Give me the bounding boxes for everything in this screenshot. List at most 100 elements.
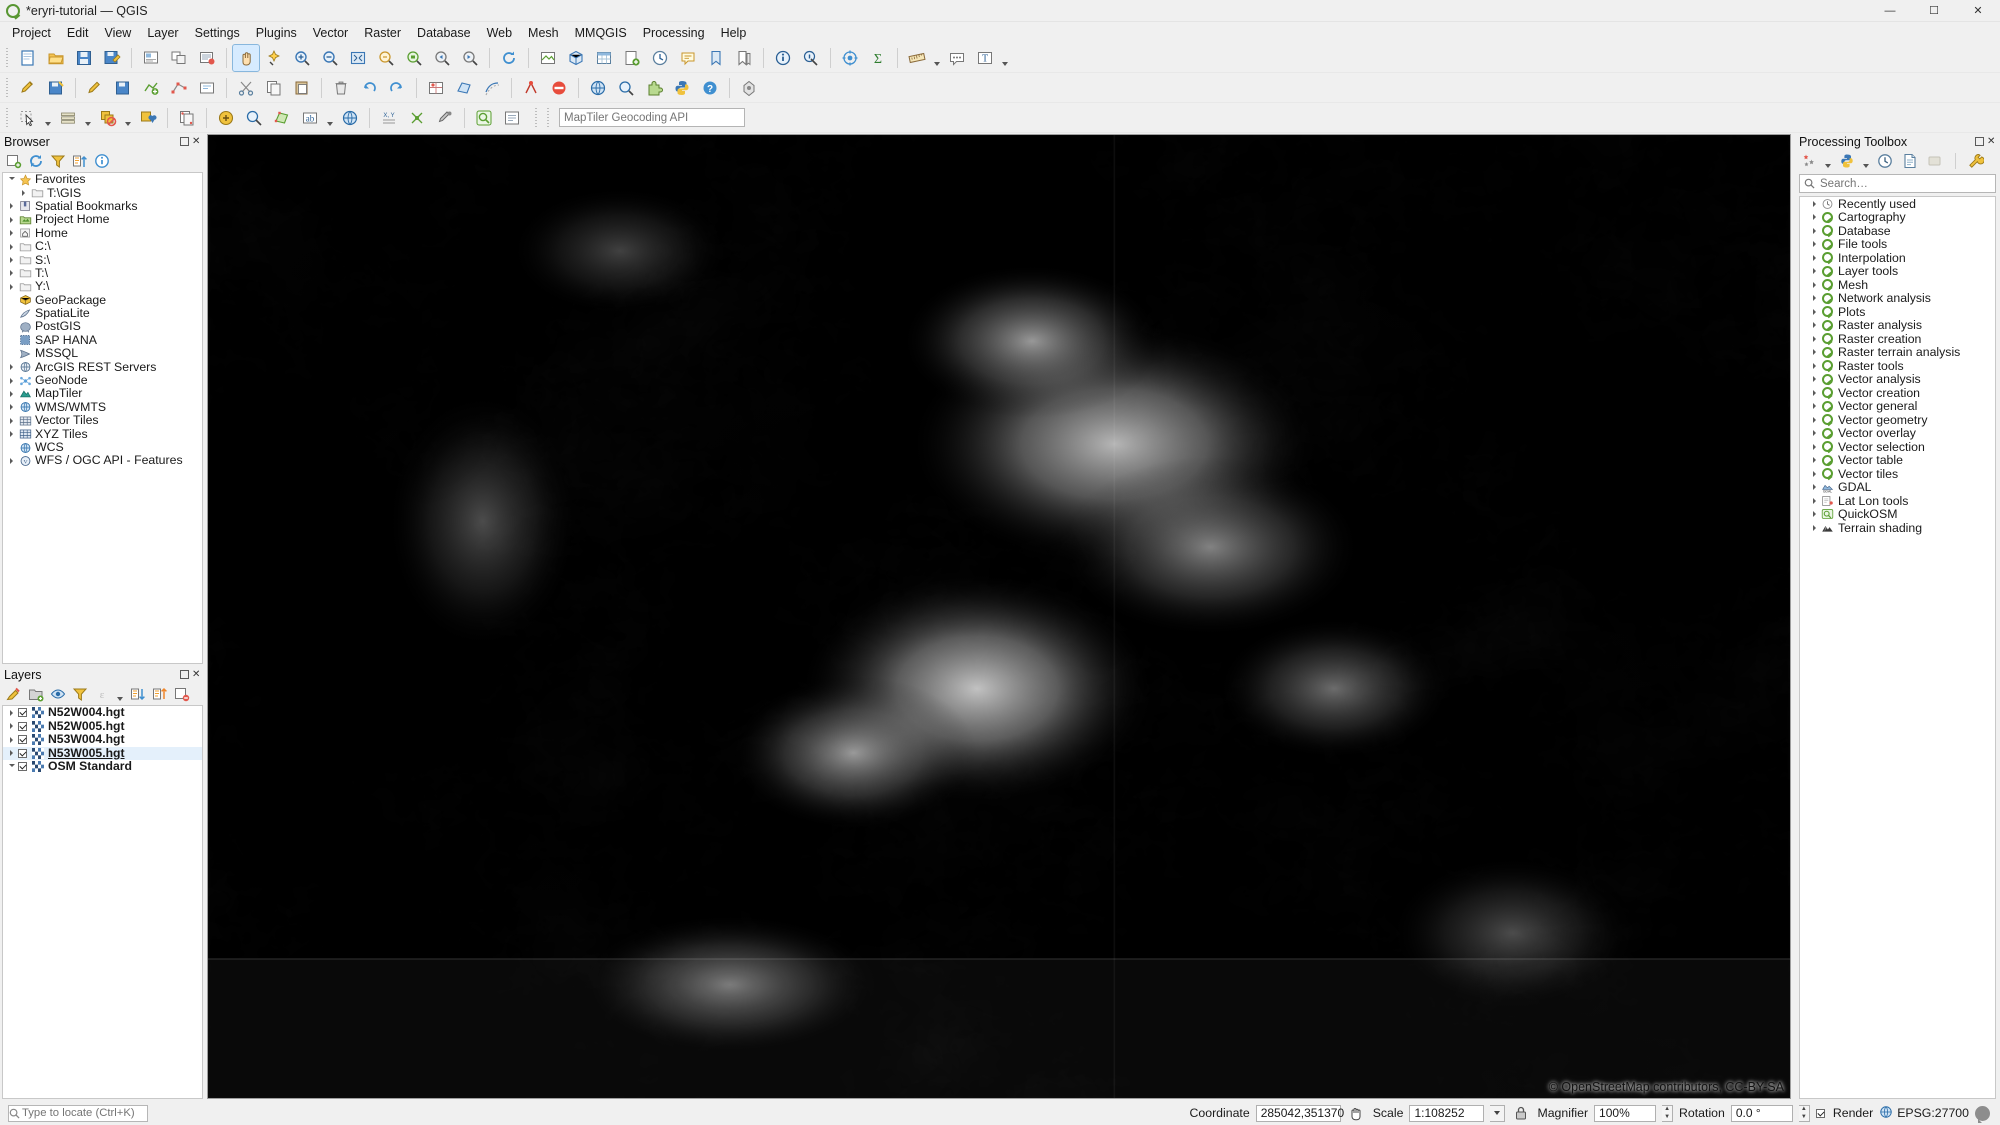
processing-provider-row[interactable]: Terrain shading bbox=[1800, 521, 1995, 535]
crs-status[interactable]: EPSG:27700 bbox=[1879, 1105, 1969, 1122]
tree-expand-arrow-closed[interactable] bbox=[5, 240, 18, 253]
toolbar-grip[interactable] bbox=[5, 77, 11, 98]
processing-toolbox-tree[interactable]: Recently used Cartography Database File too… bbox=[1799, 196, 1996, 1099]
tree-expand-arrow-closed[interactable] bbox=[1808, 413, 1821, 426]
menu-item-processing[interactable]: Processing bbox=[635, 24, 713, 42]
browser-item[interactable]: Project Home bbox=[3, 213, 202, 226]
new-map-view-button[interactable] bbox=[535, 45, 561, 71]
python-script-icon[interactable] bbox=[1837, 151, 1857, 171]
map-tips-button[interactable] bbox=[675, 45, 701, 71]
lat-lon-settings-button[interactable] bbox=[432, 105, 458, 131]
cut-features-button[interactable] bbox=[233, 75, 259, 101]
processing-provider-row[interactable]: Plots bbox=[1800, 305, 1995, 319]
browser-item[interactable]: PostGIS bbox=[3, 320, 202, 333]
processing-provider-row[interactable]: Vector creation bbox=[1800, 386, 1995, 400]
open-field-calculator-button[interactable] bbox=[213, 105, 239, 131]
browser-close-icon[interactable]: ✕ bbox=[192, 137, 201, 147]
layer-row[interactable]: N53W004.hgt bbox=[3, 733, 202, 747]
browser-item[interactable]: ArcGIS REST Servers bbox=[3, 360, 202, 373]
open-project-button[interactable] bbox=[43, 45, 69, 71]
annotation-dropdown[interactable] bbox=[999, 45, 1011, 71]
tree-expand-arrow-closed[interactable] bbox=[1808, 454, 1821, 467]
browser-item[interactable]: XYZ Tiles bbox=[3, 427, 202, 440]
plugin-manager-button[interactable] bbox=[641, 75, 667, 101]
tree-expand-arrow-closed[interactable] bbox=[5, 374, 18, 387]
zoom-last-button[interactable] bbox=[429, 45, 455, 71]
processing-provider-row[interactable]: Layer tools bbox=[1800, 264, 1995, 278]
tree-expand-arrow-closed[interactable] bbox=[1808, 494, 1821, 507]
toolbar-grip[interactable] bbox=[5, 107, 11, 128]
tree-expand-arrow-closed[interactable] bbox=[1808, 292, 1821, 305]
identify-features-button[interactable] bbox=[770, 45, 796, 71]
models-icon[interactable] bbox=[1925, 151, 1945, 171]
history-clock-icon[interactable] bbox=[1875, 151, 1895, 171]
scale-dropdown-arrow[interactable] bbox=[1490, 1104, 1506, 1122]
processing-provider-row[interactable]: Vector tiles bbox=[1800, 467, 1995, 481]
quickosm-query-button[interactable] bbox=[499, 105, 525, 131]
rotation-value[interactable]: 0.0 ° bbox=[1730, 1104, 1793, 1122]
tree-expand-arrow-closed[interactable] bbox=[1808, 359, 1821, 372]
processing-provider-row[interactable]: Mesh bbox=[1800, 278, 1995, 292]
new-text-annotation-button[interactable]: T bbox=[972, 45, 998, 71]
menu-item-settings[interactable]: Settings bbox=[187, 24, 248, 42]
browser-item[interactable]: S:\ bbox=[3, 253, 202, 266]
zoom-full-button[interactable] bbox=[345, 45, 371, 71]
browser-item[interactable]: SAP HANA bbox=[3, 333, 202, 347]
tree-expand-arrow-closed[interactable] bbox=[1808, 508, 1821, 521]
browser-item[interactable]: Home bbox=[3, 226, 202, 240]
browser-item[interactable]: Vector Tiles bbox=[3, 414, 202, 427]
message-log-icon[interactable] bbox=[1975, 1105, 1990, 1123]
xy-tools-button[interactable]: X, Y bbox=[376, 105, 402, 131]
processing-provider-row[interactable]: Vector general bbox=[1800, 399, 1995, 413]
globe-web-button[interactable] bbox=[585, 75, 611, 101]
tree-expand-arrow-closed[interactable] bbox=[1808, 427, 1821, 440]
data-source-manager-button[interactable] bbox=[837, 45, 863, 71]
remove-layer-icon[interactable] bbox=[172, 684, 192, 704]
map-canvas[interactable]: © OpenStreetMap contributors, CC-BY-SA bbox=[207, 134, 1791, 1099]
new-3d-map-view-button[interactable] bbox=[563, 45, 589, 71]
tree-expand-arrow-closed[interactable] bbox=[1808, 467, 1821, 480]
add-group-icon[interactable] bbox=[26, 684, 46, 704]
select-dropdown[interactable] bbox=[42, 105, 54, 131]
help-button[interactable]: ? bbox=[697, 75, 723, 101]
tree-expand-arrow-closed[interactable] bbox=[5, 280, 18, 293]
toggle-editing-button[interactable] bbox=[82, 75, 108, 101]
processing-wrench-icon[interactable] bbox=[1966, 151, 1986, 171]
maptiler-geocoding-input[interactable] bbox=[559, 108, 745, 127]
tree-expand-arrow-closed[interactable] bbox=[5, 720, 18, 733]
manage-visibility-icon[interactable] bbox=[48, 684, 68, 704]
current-edits-button[interactable] bbox=[15, 75, 41, 101]
tree-expand-arrow-closed[interactable] bbox=[5, 747, 18, 760]
processing-provider-row[interactable]: Interpolation bbox=[1800, 251, 1995, 265]
processing-provider-row[interactable]: GDAL GDAL bbox=[1800, 480, 1995, 494]
zoom-out-button[interactable] bbox=[317, 45, 343, 71]
locator-input[interactable] bbox=[20, 1106, 178, 1120]
deselect-features-button[interactable] bbox=[95, 105, 121, 131]
processing-search-input[interactable] bbox=[1818, 176, 1995, 191]
tree-expand-arrow-closed[interactable] bbox=[5, 361, 18, 374]
browser-item[interactable]: V WFS / OGC API - Features bbox=[3, 454, 202, 467]
refresh-map-button[interactable] bbox=[496, 45, 522, 71]
tree-expand-arrow-closed[interactable] bbox=[5, 401, 18, 414]
filter-expression-icon[interactable]: ε bbox=[92, 684, 112, 704]
python-console-button[interactable] bbox=[669, 75, 695, 101]
filter-icon[interactable] bbox=[48, 151, 68, 171]
copy-features-button[interactable] bbox=[261, 75, 287, 101]
tree-expand-arrow-closed[interactable] bbox=[5, 213, 18, 226]
new-project-button[interactable] bbox=[15, 45, 41, 71]
map-tips-toggle-button[interactable] bbox=[944, 45, 970, 71]
layout-manager-button[interactable] bbox=[166, 45, 192, 71]
lat-lon-tools-button[interactable] bbox=[404, 105, 430, 131]
menu-item-raster[interactable]: Raster bbox=[356, 24, 409, 42]
measure-dropdown[interactable] bbox=[931, 45, 943, 71]
undo-button[interactable] bbox=[356, 75, 382, 101]
layer-visibility-checkbox[interactable] bbox=[18, 748, 27, 758]
identify-point-button[interactable] bbox=[241, 105, 267, 131]
processing-provider-row[interactable]: Network analysis bbox=[1800, 291, 1995, 305]
select-polygon-button[interactable] bbox=[269, 105, 295, 131]
results-viewer-icon[interactable] bbox=[1900, 151, 1920, 171]
select-by-value-button[interactable] bbox=[55, 105, 81, 131]
tree-expand-arrow-closed[interactable] bbox=[1808, 265, 1821, 278]
browser-item[interactable]: C:\ bbox=[3, 240, 202, 253]
browser-item[interactable]: MapTiler bbox=[3, 387, 202, 400]
